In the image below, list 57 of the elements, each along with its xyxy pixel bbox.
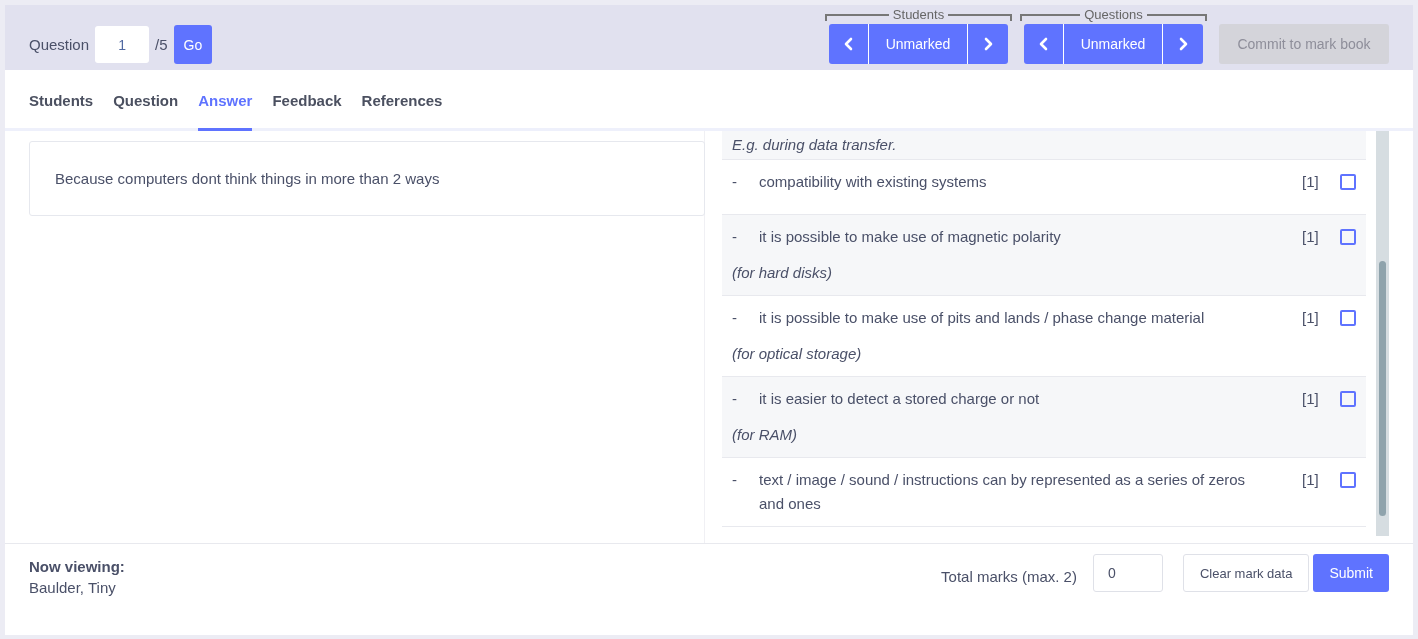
clear-mark-data-button[interactable]: Clear mark data	[1182, 554, 1310, 592]
bullet-dash: -	[732, 308, 738, 328]
mark-point-note: E.g. during data transfer.	[732, 135, 898, 155]
bullet-dash: -	[732, 470, 738, 490]
previous-button[interactable]	[1024, 24, 1064, 64]
mark-point-note: (for hard disks)	[732, 263, 834, 283]
mark-point-text: it is easier to detect a stored charge or not	[759, 389, 1041, 409]
question-label: Question	[29, 36, 90, 53]
mark-point-text: text / image / sound / instructions can by represented as a series of zeros and ones	[759, 470, 1247, 514]
mark-value: [1]	[1302, 227, 1320, 247]
group-label: Questions	[1083, 8, 1144, 22]
tab[interactable]: Students	[29, 70, 94, 131]
tab[interactable]: References	[361, 70, 443, 131]
mark-point-note: (for optical storage)	[732, 344, 863, 364]
bullet-dash: -	[732, 227, 738, 247]
bullet-dash: -	[732, 389, 738, 409]
mark-value: [1]	[1302, 470, 1320, 490]
bracket-line	[1020, 14, 1081, 21]
mark-point-text: it is possible to make use of pits and lands / phase change material	[759, 308, 1206, 328]
chevron-left-icon	[1038, 37, 1049, 51]
mark-checkbox[interactable]	[1340, 229, 1356, 245]
filter-button[interactable]: Unmarked	[869, 24, 968, 64]
total-marks-field[interactable]: 0	[1092, 554, 1163, 592]
submit-button[interactable]: Submit	[1313, 554, 1389, 592]
now-viewing-label: Now viewing:	[29, 558, 125, 575]
bracket-line	[1146, 14, 1207, 21]
mark-point-text: it is possible to make use of magnetic polarity	[759, 227, 1062, 247]
mark-checkbox[interactable]	[1340, 391, 1356, 407]
mark-point-text: compatibility with existing systems	[759, 172, 988, 192]
answer-box: Because computers dont think things in more than 2 ways	[29, 141, 705, 216]
chevron-left-icon	[843, 37, 854, 51]
bracket-line	[948, 14, 1012, 21]
mark-point-note: (for RAM)	[732, 425, 798, 445]
filter-button[interactable]: Unmarked	[1064, 24, 1163, 64]
mark-checkbox[interactable]	[1340, 310, 1356, 326]
previous-button[interactable]	[829, 24, 869, 64]
mark-value: [1]	[1302, 308, 1320, 328]
group-label: Students	[891, 8, 946, 22]
mark-value: [1]	[1302, 172, 1320, 192]
question-total: /5	[155, 36, 168, 53]
scrollbar[interactable]	[1376, 131, 1389, 536]
bracket-line	[825, 14, 889, 21]
chevron-right-icon	[1178, 37, 1188, 51]
go-button[interactable]: Go	[173, 25, 213, 64]
next-button[interactable]	[1163, 24, 1203, 64]
mark-value: [1]	[1302, 389, 1320, 409]
next-button[interactable]	[968, 24, 1008, 64]
student-name: Baulder, Tiny	[29, 579, 117, 596]
question-number-field[interactable]: 1	[95, 26, 150, 63]
chevron-right-icon	[983, 37, 993, 51]
mark-checkbox[interactable]	[1340, 472, 1356, 488]
tab[interactable]: Question	[113, 70, 179, 131]
mark-checkbox[interactable]	[1340, 174, 1356, 190]
tab[interactable]: Answer	[198, 70, 253, 131]
total-marks-label: Total marks (max. 2)	[941, 566, 1077, 585]
bullet-dash: -	[732, 172, 738, 192]
tab[interactable]: Feedback	[272, 70, 342, 131]
